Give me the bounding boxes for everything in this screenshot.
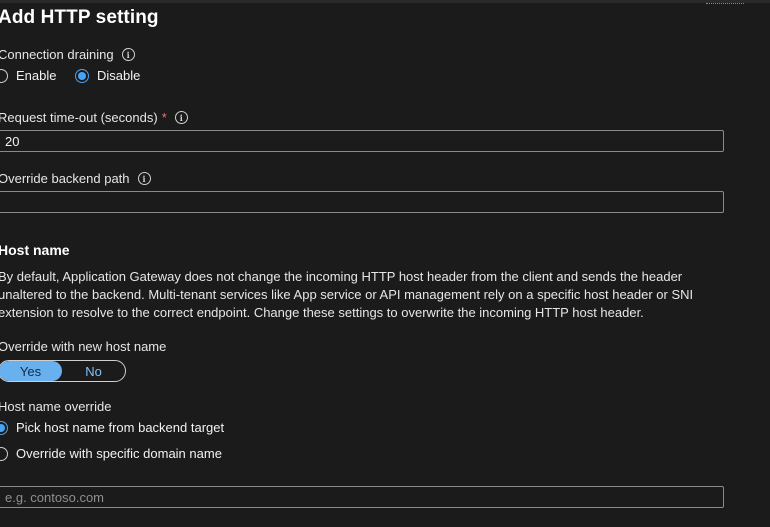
top-corner-control bbox=[706, 0, 744, 4]
connection-draining-label: Connection draining i bbox=[0, 47, 135, 62]
radio-pick-host-name[interactable]: Pick host name from backend target bbox=[0, 420, 224, 435]
override-host-name-toggle[interactable]: Yes No bbox=[0, 360, 126, 382]
radio-disable[interactable]: Disable bbox=[75, 68, 140, 83]
host-name-override-label: Host name override bbox=[0, 399, 111, 414]
add-http-setting-panel: Add HTTP setting Connection draining i E… bbox=[0, 0, 770, 527]
request-timeout-label-text: Request time-out (seconds) bbox=[0, 110, 158, 125]
host-name-description: By default, Application Gateway does not… bbox=[0, 269, 694, 320]
required-asterisk: * bbox=[161, 110, 167, 125]
radio-override-domain-label: Override with specific domain name bbox=[16, 446, 222, 461]
override-backend-path-input[interactable] bbox=[0, 191, 724, 213]
radio-button-icon[interactable] bbox=[0, 446, 8, 461]
info-icon[interactable]: i bbox=[121, 48, 135, 61]
override-backend-path-label: Override backend path i bbox=[0, 171, 151, 186]
override-with-new-host-name-label-text: Override with new host name bbox=[0, 339, 167, 354]
top-edge bbox=[0, 0, 770, 3]
radio-pick-host-name-label: Pick host name from backend target bbox=[16, 420, 225, 435]
domain-name-input[interactable] bbox=[0, 486, 724, 508]
override-backend-path-label-text: Override backend path bbox=[0, 171, 130, 186]
info-icon[interactable]: i bbox=[137, 172, 151, 185]
request-timeout-input[interactable] bbox=[0, 130, 724, 152]
radio-override-domain[interactable]: Override with specific domain name bbox=[0, 446, 222, 461]
host-name-heading: Host name bbox=[0, 242, 70, 258]
radio-button-icon[interactable] bbox=[0, 68, 8, 83]
toggle-option-no[interactable]: No bbox=[62, 361, 125, 381]
radio-enable-label: Enable bbox=[16, 68, 57, 83]
override-with-new-host-name-label: Override with new host name bbox=[0, 339, 166, 354]
page-title: Add HTTP setting bbox=[0, 7, 159, 28]
host-name-override-label-text: Host name override bbox=[0, 399, 112, 414]
connection-draining-label-text: Connection draining bbox=[0, 47, 114, 62]
radio-enable[interactable]: Enable bbox=[0, 68, 56, 83]
info-icon[interactable]: i bbox=[174, 111, 188, 124]
request-timeout-label: Request time-out (seconds) * i bbox=[0, 110, 188, 125]
radio-button-checked-icon[interactable] bbox=[0, 420, 8, 435]
radio-disable-label: Disable bbox=[97, 68, 141, 83]
radio-button-checked-icon[interactable] bbox=[75, 68, 89, 83]
toggle-option-yes[interactable]: Yes bbox=[0, 361, 62, 381]
